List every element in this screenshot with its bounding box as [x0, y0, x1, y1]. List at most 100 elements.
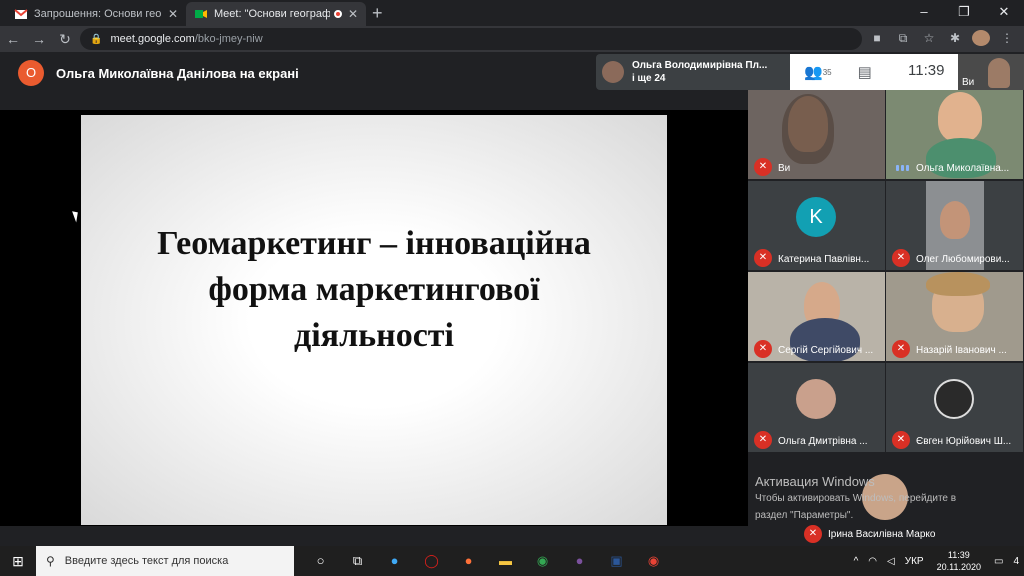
- participant-tile[interactable]: ✕ Назарій Іванович ...: [886, 272, 1023, 361]
- mic-off-icon: ✕: [754, 340, 772, 358]
- slide-line: форма маркетингової: [208, 271, 540, 308]
- activation-title: Активация Windows: [755, 474, 875, 489]
- cortana-icon[interactable]: ○: [302, 553, 339, 569]
- participant-name: Олег Любомирови...: [916, 254, 1010, 265]
- url-path: /bko-jmey-niw: [194, 33, 263, 45]
- participant-tile[interactable]: ✕ Олег Любомирови...: [886, 181, 1023, 270]
- system-tray: ^ ◠ ◁ УКР 11:39 20.11.2020 ▭ 4: [849, 546, 1024, 576]
- taskbar-date: 20.11.2020: [936, 562, 981, 572]
- taskbar-time: 11:39: [947, 550, 970, 560]
- avatar: [602, 61, 624, 83]
- network-icon[interactable]: ◠: [868, 556, 877, 567]
- slide-title: Геомаркетинг – інноваційна форма маркети…: [157, 221, 591, 359]
- participant-name: Ірина Василівна Марко: [828, 529, 936, 540]
- presenting-panel[interactable]: Ольга Володимирівна Пл... і ще 24: [596, 54, 796, 90]
- chat-button[interactable]: ▤: [858, 63, 872, 81]
- forward-icon[interactable]: →: [26, 31, 52, 47]
- mic-off-icon: ✕: [754, 158, 772, 176]
- participant-tile[interactable]: Ольга Миколаївна...: [886, 90, 1023, 179]
- notifications-count: 4: [1013, 555, 1019, 567]
- presentation-slide: Геомаркетинг – інноваційна форма маркети…: [81, 115, 667, 525]
- chevron-up-icon[interactable]: ^: [854, 556, 859, 567]
- tab-title: Запрошення: Основи географіч: [34, 8, 162, 20]
- windows-activation-watermark: Активация Windows Чтобы активировать Win…: [755, 474, 956, 523]
- speaking-indicator-icon: [896, 165, 909, 171]
- close-window-button[interactable]: ✕: [984, 0, 1024, 26]
- presenting-others: і ще 24: [632, 73, 666, 84]
- chrome-profile-icon[interactable]: ◉: [635, 553, 672, 569]
- notifications-icon[interactable]: ▭: [994, 556, 1003, 567]
- mic-off-icon: ✕: [892, 431, 910, 449]
- address-bar[interactable]: 🔒 meet.google.com/bko-jmey-niw: [80, 28, 862, 50]
- taskbar-clock[interactable]: 11:39 20.11.2020: [937, 549, 981, 573]
- self-view-thumbnail[interactable]: Ви: [958, 54, 1024, 90]
- activation-line: Чтобы активировать Windows, перейдите в: [755, 493, 957, 504]
- camera-icon[interactable]: ■: [868, 31, 886, 45]
- self-label: Ви: [962, 77, 975, 88]
- keyboard-language[interactable]: УКР: [905, 556, 924, 567]
- mic-off-icon: ✕: [892, 340, 910, 358]
- presenting-name: Ольга Володимирівна Пл...: [632, 60, 768, 71]
- people-button[interactable]: 👥 35: [804, 63, 832, 81]
- people-count: 35: [822, 67, 832, 77]
- word-icon[interactable]: ▣: [598, 553, 635, 569]
- meet-icon: [195, 10, 207, 18]
- mouse-cursor-icon: [72, 209, 81, 223]
- tab-gmail[interactable]: Запрошення: Основи географіч ✕: [6, 2, 186, 26]
- back-icon[interactable]: ←: [0, 31, 26, 47]
- star-icon[interactable]: ☆: [920, 31, 938, 45]
- presentation-stage: Геомаркетинг – інноваційна форма маркети…: [0, 110, 748, 526]
- opera-icon[interactable]: ◯: [413, 553, 450, 569]
- hair: [782, 94, 834, 164]
- gmail-icon: [14, 9, 28, 19]
- mic-off-icon: ✕: [754, 431, 772, 449]
- maximize-button[interactable]: ❐: [944, 0, 984, 26]
- window-controls: – ❐ ✕: [904, 0, 1024, 26]
- slide-line: Геомаркетинг – інноваційна: [157, 225, 591, 262]
- mic-off-icon: ✕: [754, 249, 772, 267]
- task-view-icon[interactable]: ⧉: [339, 553, 376, 569]
- participant-tile[interactable]: ✕ Сергій Сергійович ...: [748, 272, 885, 361]
- file-explorer-icon[interactable]: ▬: [487, 553, 524, 569]
- participant-tile[interactable]: ✕ Ольга Дмитрівна ...: [748, 363, 885, 452]
- tab-meet[interactable]: Meet: "Основи географічно ✕: [186, 2, 366, 26]
- url-host: meet.google.com: [110, 33, 195, 45]
- new-tab-button[interactable]: +: [372, 3, 383, 24]
- participant-name: Ольга Дмитрівна ...: [778, 436, 868, 447]
- participant-video: [938, 92, 982, 142]
- screen: Запрошення: Основи географіч ✕ Meet: "Ос…: [0, 0, 1024, 576]
- edge-icon[interactable]: ●: [376, 553, 413, 569]
- translate-icon[interactable]: ⧉: [894, 31, 912, 46]
- profile-avatar[interactable]: [972, 30, 990, 46]
- participant-tile[interactable]: K ✕ Катерина Павлівн...: [748, 181, 885, 270]
- participant-name: Євген Юрійович Ш...: [916, 436, 1012, 447]
- participant-name: Назарій Іванович ...: [916, 345, 1007, 356]
- presenter-avatar: О: [18, 60, 44, 86]
- windows-start-icon[interactable]: ⊞: [0, 553, 36, 570]
- reload-icon[interactable]: ↻: [52, 31, 78, 48]
- avatar: [934, 379, 974, 419]
- mic-off-icon: ✕: [892, 249, 910, 267]
- avatar: [796, 379, 836, 419]
- tab-title: Meet: "Основи географічно: [214, 8, 330, 20]
- lock-icon[interactable]: 🔒: [90, 34, 102, 45]
- windows-taskbar: ⊞ ⚲ Введите здесь текст для поиска ○ ⧉ ●…: [0, 546, 1024, 576]
- chrome-icon[interactable]: ◉: [524, 553, 561, 569]
- browser-toolbar: ← → ↻ 🔒 meet.google.com/bko-jmey-niw ■ ⧉…: [0, 26, 1024, 52]
- firefox-icon[interactable]: ●: [450, 553, 487, 569]
- extensions-icon[interactable]: ✱: [946, 31, 964, 45]
- viber-icon[interactable]: ●: [561, 553, 598, 569]
- close-tab-icon[interactable]: ✕: [348, 7, 358, 21]
- volume-icon[interactable]: ◁: [887, 556, 895, 567]
- presenter-text: Ольга Миколаївна Данілова на екрані: [56, 65, 299, 81]
- participant-tile[interactable]: ✕ Ви: [748, 90, 885, 179]
- participant-name: Сергій Сергійович ...: [778, 345, 874, 356]
- search-icon: ⚲: [46, 554, 55, 568]
- participant-tile[interactable]: ✕ Євген Юрійович Ш...: [886, 363, 1023, 452]
- minimize-button[interactable]: –: [904, 0, 944, 26]
- participant-face: [940, 201, 970, 239]
- participant-name: Ви: [778, 163, 791, 174]
- menu-icon[interactable]: ⋮: [998, 31, 1016, 45]
- close-tab-icon[interactable]: ✕: [168, 7, 178, 21]
- taskbar-search-box[interactable]: ⚲ Введите здесь текст для поиска: [36, 546, 294, 576]
